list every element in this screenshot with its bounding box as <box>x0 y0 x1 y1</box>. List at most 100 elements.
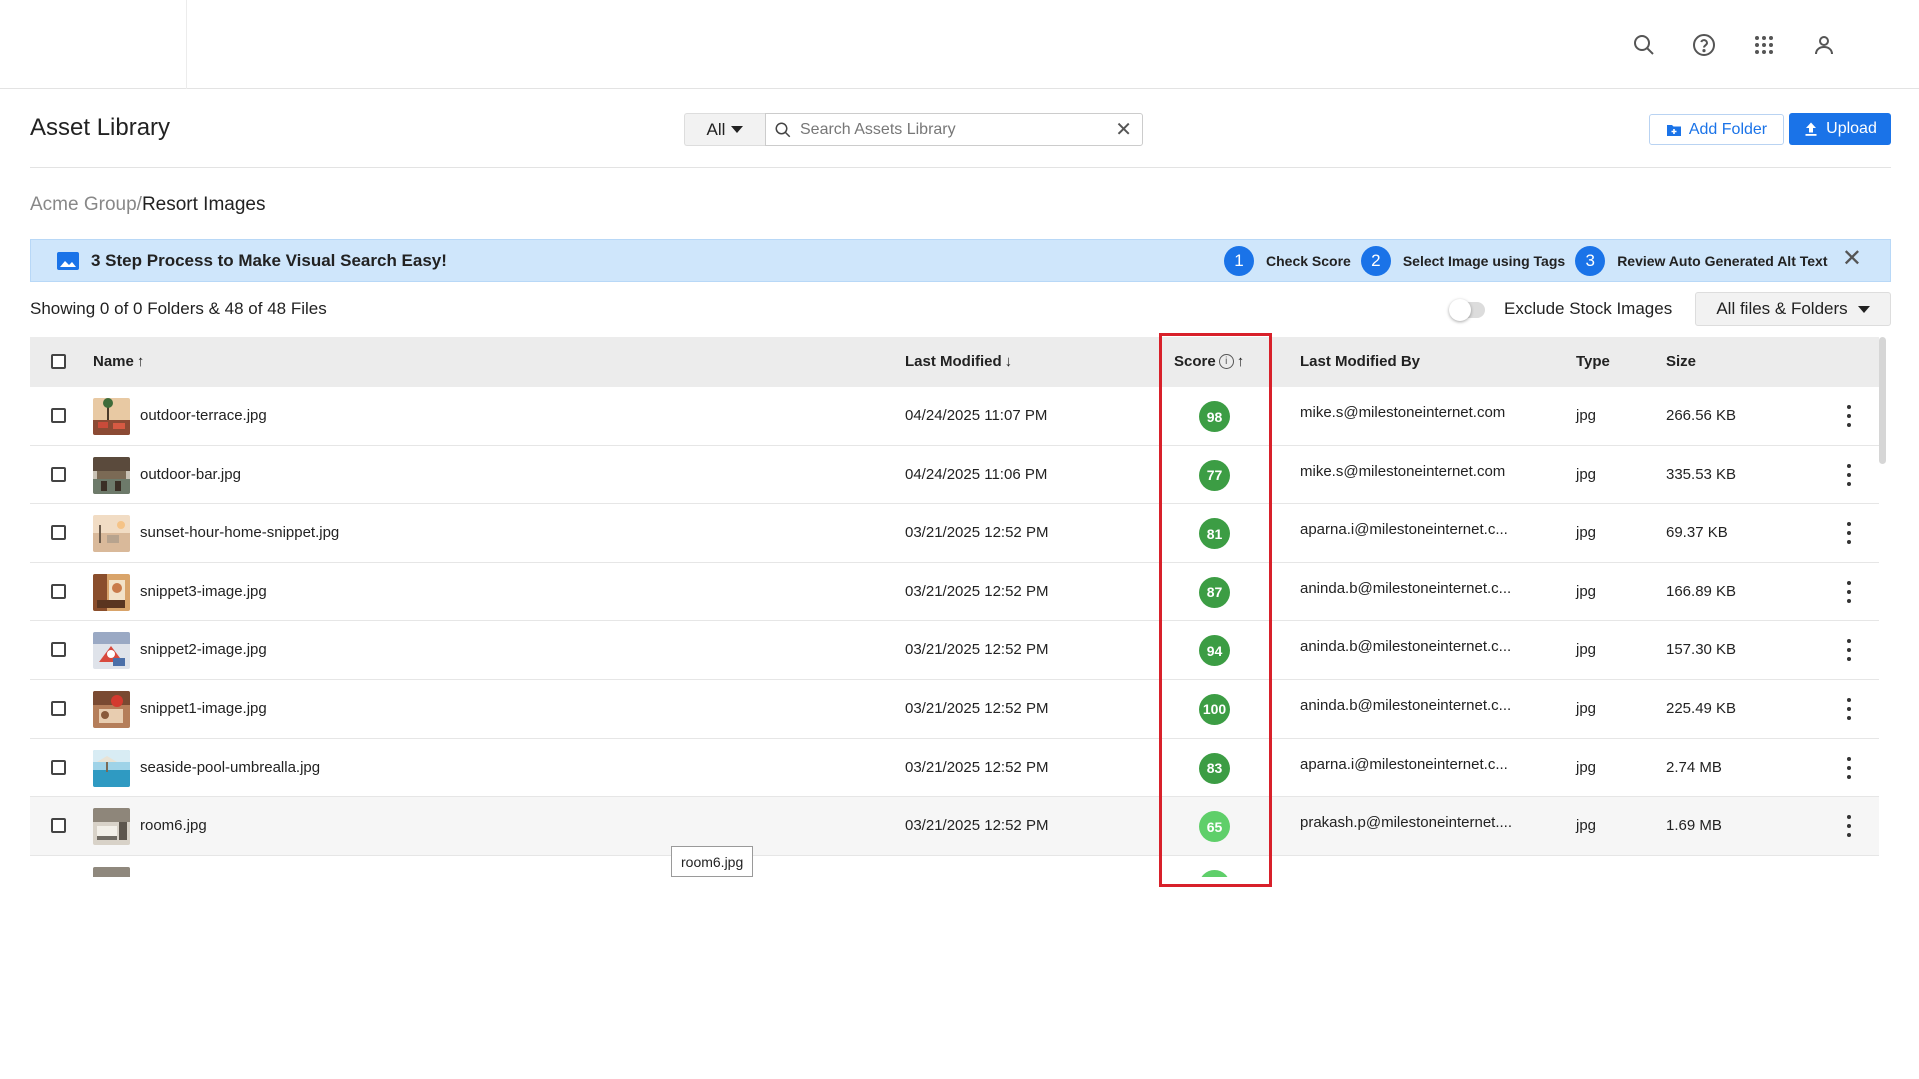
step-2-number: 2 <box>1360 246 1391 276</box>
thumbnail-image <box>93 573 130 611</box>
step-3-label: Review Auto Generated Alt Text <box>1617 253 1828 269</box>
file-name[interactable]: snippet3-image.jpg <box>140 583 267 600</box>
table-row[interactable]: seaside-pool-umbrealla.jpg 03/21/2025 12… <box>30 738 1879 798</box>
clear-search-icon[interactable]: ✕ <box>1115 120 1132 140</box>
table-row[interactable]: sunset-hour-home-snippet.jpg 03/21/2025 … <box>30 504 1879 563</box>
showing-count: Showing 0 of 0 Folders & 48 of 48 Files <box>30 299 327 318</box>
table-row[interactable]: outdoor-terrace.jpg 04/24/2025 11:07 PM … <box>30 387 1879 446</box>
table-row[interactable]: outdoor-bar.jpg 04/24/2025 11:06 PM 77 m… <box>30 445 1879 505</box>
exclude-stock-toggle[interactable] <box>1449 299 1485 321</box>
asset-table: Name ↑ Last Modified ↓ Score i ↑ Last Mo… <box>30 337 1879 877</box>
row-checkbox[interactable] <box>51 408 66 423</box>
row-checkbox[interactable] <box>51 466 66 482</box>
last-modified-by: mike.s@milestoneinternet.com <box>1300 404 1506 421</box>
table-row[interactable]: snippet2-image.jpg 03/21/2025 12:52 PM 9… <box>30 621 1879 680</box>
more-options-icon[interactable] <box>1846 639 1852 662</box>
select-all-checkbox[interactable] <box>51 354 66 369</box>
filename-tooltip: room6.jpg <box>671 846 754 877</box>
row-checkbox[interactable] <box>51 700 66 716</box>
upload-label: Upload <box>1826 120 1877 137</box>
table-scrollbar[interactable] <box>1879 337 1886 464</box>
file-size: 335.53 KB <box>1666 465 1737 483</box>
more-options-icon[interactable] <box>1846 580 1852 603</box>
row-checkbox[interactable] <box>51 818 66 834</box>
info-icon[interactable]: i <box>1218 354 1234 369</box>
last-modified-by: aninda.b@milestoneinternet.c... <box>1300 696 1512 714</box>
last-modified: 03/21/2025 12:52 PM <box>905 758 1049 776</box>
column-header-type[interactable]: Type <box>1576 353 1610 370</box>
more-options-icon[interactable] <box>1846 697 1852 720</box>
visual-search-banner: 3 Step Process to Make Visual Search Eas… <box>30 239 1891 282</box>
file-name[interactable]: sunset-hour-home-snippet.jpg <box>140 524 339 541</box>
row-checkbox[interactable] <box>51 583 66 599</box>
breadcrumb-current: Resort Images <box>141 194 266 215</box>
search-input[interactable] <box>792 120 1116 139</box>
breadcrumb-root[interactable]: Acme Group/ <box>30 194 142 215</box>
folder-add-icon <box>1666 124 1681 136</box>
last-modified-by: aninda.b@milestoneinternet.c... <box>1300 638 1512 656</box>
files-folders-dropdown[interactable]: All files & Folders <box>1695 292 1891 326</box>
file-size: 166.89 KB <box>1666 582 1737 600</box>
column-header-name[interactable]: Name ↑ <box>93 353 144 370</box>
column-type-label: Type <box>1576 353 1610 370</box>
banner-steps: 1 Check Score 2 Select Image using Tags … <box>1224 246 1838 276</box>
image-icon <box>57 251 79 270</box>
file-size: 225.49 KB <box>1666 699 1737 717</box>
last-modified: 03/21/2025 12:52 PM <box>905 641 1049 659</box>
score-badge: 83 <box>1199 752 1230 784</box>
file-name[interactable]: outdoor-bar.jpg <box>140 466 241 483</box>
file-name[interactable]: room6.jpg <box>140 817 207 834</box>
close-banner-icon[interactable]: ✕ <box>1842 247 1862 271</box>
row-checkbox[interactable] <box>51 525 66 541</box>
chevron-down-icon <box>731 126 744 133</box>
step-1-number: 1 <box>1224 246 1254 276</box>
upload-icon <box>1805 122 1817 136</box>
more-options-icon[interactable] <box>1846 463 1852 486</box>
header-divider <box>30 167 1891 168</box>
file-size: 1.69 MB <box>1666 817 1722 835</box>
more-options-icon[interactable] <box>1846 815 1852 838</box>
column-header-score[interactable]: Score i ↑ <box>1174 353 1244 370</box>
sort-up-icon: ↑ <box>136 353 145 370</box>
help-icon[interactable] <box>1674 28 1734 62</box>
table-row[interactable]: room6.jpg 03/21/2025 12:52 PM 65 prakash… <box>30 797 1879 856</box>
step-3-number: 3 <box>1575 246 1606 276</box>
column-header-last-modified-by[interactable]: Last Modified By <box>1300 353 1420 370</box>
file-name[interactable]: snippet2-image.jpg <box>140 641 267 658</box>
more-options-icon[interactable] <box>1846 756 1852 779</box>
search-box: ✕ <box>765 113 1143 146</box>
table-row[interactable]: snippet1-image.jpg 03/21/2025 12:52 PM 1… <box>30 679 1879 739</box>
column-name-label: Name <box>93 353 134 370</box>
thumbnail-image <box>93 866 130 877</box>
column-score-label: Score <box>1174 353 1216 370</box>
thumbnail-image <box>93 632 130 670</box>
file-size: 69.37 KB <box>1666 524 1728 542</box>
table-row-partial[interactable] <box>30 855 1879 877</box>
file-name[interactable]: snippet1-image.jpg <box>140 700 267 717</box>
page-title: Asset Library <box>30 114 171 141</box>
upload-button[interactable]: Upload <box>1789 113 1891 145</box>
search-scope-select[interactable]: All <box>684 113 765 146</box>
add-folder-button[interactable]: Add Folder <box>1649 114 1784 145</box>
file-name[interactable]: outdoor-terrace.jpg <box>140 407 267 424</box>
toggle-knob <box>1449 299 1471 321</box>
apps-grid-icon[interactable] <box>1734 28 1794 62</box>
score-badge: 77 <box>1199 459 1230 491</box>
row-checkbox[interactable] <box>51 759 66 775</box>
chevron-down-icon <box>1857 305 1870 313</box>
search-icon[interactable] <box>1614 28 1674 62</box>
file-name[interactable]: seaside-pool-umbrealla.jpg <box>140 759 320 776</box>
row-checkbox[interactable] <box>51 642 66 658</box>
file-type: jpg <box>1576 641 1597 659</box>
column-last-modified-by-label: Last Modified By <box>1300 353 1421 370</box>
more-options-icon[interactable] <box>1846 522 1852 545</box>
file-type: jpg <box>1576 524 1597 542</box>
column-header-last-modified[interactable]: Last Modified ↓ <box>905 353 1012 370</box>
thumbnail-image <box>93 808 130 846</box>
more-options-icon[interactable] <box>1846 405 1852 427</box>
user-icon[interactable] <box>1794 28 1854 62</box>
last-modified-by: aparna.i@milestoneinternet.c... <box>1300 521 1508 539</box>
search-bar: All ✕ <box>684 113 1143 146</box>
column-header-size[interactable]: Size <box>1666 353 1696 370</box>
table-row[interactable]: snippet3-image.jpg 03/21/2025 12:52 PM 8… <box>30 562 1879 622</box>
